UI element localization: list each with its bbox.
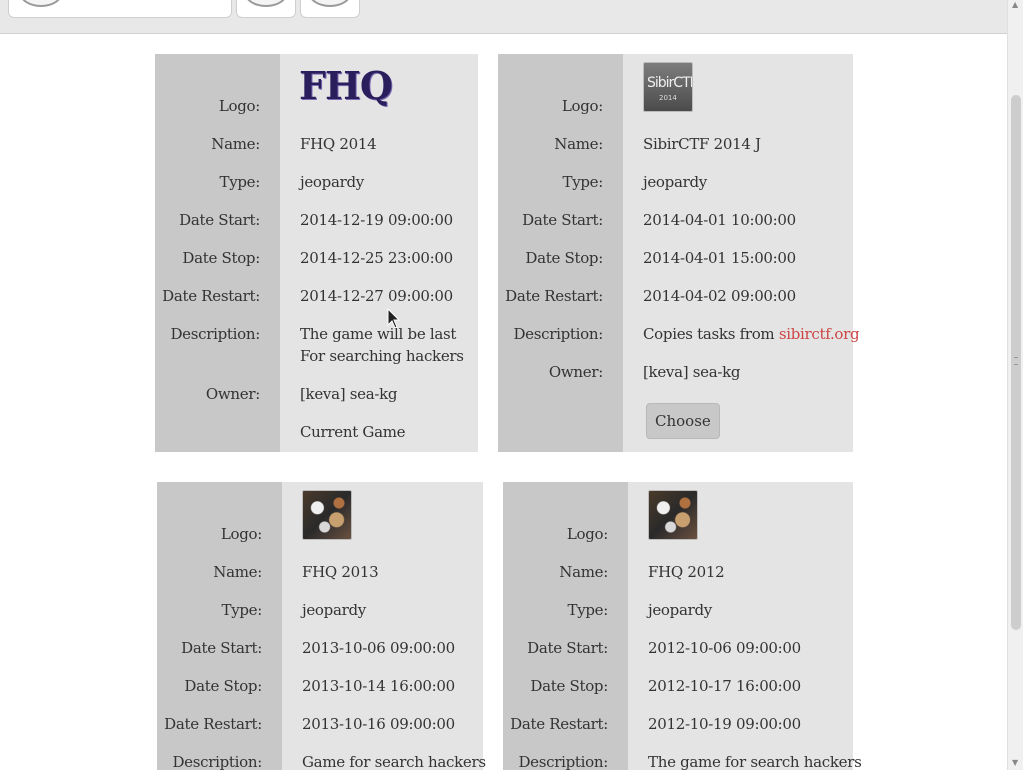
label-description: Description: — [513, 325, 603, 343]
game-card-fhq-2012: Logo: Name: FHQ 2012 Type: jeopardy Date… — [503, 482, 862, 770]
label-logo: Logo: — [218, 97, 260, 115]
game-type: jeopardy — [648, 601, 712, 619]
game-description-line2: For searching hackers — [300, 347, 464, 365]
game-date-restart: 2012-10-19 09:00:00 — [648, 715, 801, 733]
label-name: Name: — [559, 563, 608, 581]
label-description: Description: — [518, 753, 608, 770]
game-owner: [keva] sea-kg — [643, 363, 741, 381]
label-description: Description: — [170, 325, 260, 343]
game-date-start: 2013-10-06 09:00:00 — [302, 639, 455, 657]
game-card-fhq-2013: Logo: Name: FHQ 2013 Type: jeopardy Date… — [157, 482, 486, 770]
game-date-restart: 2013-10-16 09:00:00 — [302, 715, 455, 733]
game-name: FHQ 2013 — [302, 563, 379, 581]
game-type: jeopardy — [302, 601, 366, 619]
games-button[interactable] — [300, 0, 360, 18]
label-type: Type: — [562, 173, 603, 191]
label-owner: Owner: — [548, 363, 603, 381]
game-description: Game for search hackers — [302, 753, 486, 770]
game-description: Copies tasks from sibirctf.org — [643, 323, 860, 345]
grip-icon — [1014, 357, 1018, 365]
scroll-up-arrow-icon[interactable]: ▲ — [1012, 0, 1018, 9]
label-name: Name: — [213, 563, 262, 581]
game-description: The game for search hackers — [648, 753, 862, 770]
label-name: Name: — [211, 135, 260, 153]
label-type: Type: — [221, 601, 262, 619]
laptop-icon — [19, 0, 63, 7]
home-button[interactable] — [8, 0, 232, 18]
game-date-restart: 2014-04-02 09:00:00 — [643, 287, 796, 305]
label-date-start: Date Start: — [522, 211, 603, 229]
game-date-start: 2014-12-19 09:00:00 — [300, 211, 453, 229]
game-date-stop: 2013-10-14 16:00:00 — [302, 677, 455, 695]
label-date-stop: Date Stop: — [525, 249, 603, 267]
label-date-restart: Date Restart: — [164, 715, 262, 733]
mouse-cursor-icon — [387, 308, 401, 329]
game-date-stop: 2012-10-17 16:00:00 — [648, 677, 801, 695]
label-date-start: Date Start: — [181, 639, 262, 657]
game-date-stop: 2014-12-25 23:00:00 — [300, 249, 453, 267]
label-logo: Logo: — [561, 97, 603, 115]
label-date-restart: Date Restart: — [505, 287, 603, 305]
game-date-stop: 2014-04-01 15:00:00 — [643, 249, 796, 267]
scrollbar-thumb[interactable] — [1011, 95, 1021, 630]
label-date-restart: Date Restart: — [162, 287, 260, 305]
label-owner: Owner: — [205, 385, 260, 403]
game-type: jeopardy — [300, 173, 364, 191]
label-date-start: Date Start: — [527, 639, 608, 657]
label-logo: Logo: — [220, 525, 262, 543]
game-type: jeopardy — [643, 173, 707, 191]
label-date-restart: Date Restart: — [510, 715, 608, 733]
game-name: SibirCTF 2014 J — [643, 135, 761, 153]
label-date-stop: Date Stop: — [530, 677, 608, 695]
label-date-stop: Date Stop: — [182, 249, 260, 267]
folder-icon — [308, 0, 352, 7]
label-type: Type: — [567, 601, 608, 619]
vertical-scrollbar[interactable]: ▲ ▼ — [1007, 0, 1023, 770]
label-date-start: Date Start: — [179, 211, 260, 229]
shield-icon — [244, 0, 288, 7]
current-game-status: Current Game — [300, 423, 406, 441]
game-card-sibirctf-2014: SibirCTF 2014 Logo: Name: SibirCTF 2014 … — [498, 54, 860, 452]
game-owner: [keva] sea-kg — [300, 385, 398, 403]
game-logo: FHQ — [299, 63, 393, 108]
game-date-start: 2012-10-06 09:00:00 — [648, 639, 801, 657]
label-date-stop: Date Stop: — [184, 677, 262, 695]
label-logo: Logo: — [566, 525, 608, 543]
description-link[interactable]: sibirctf.org — [779, 325, 860, 343]
top-toolbar — [0, 0, 1007, 34]
label-type: Type: — [219, 173, 260, 191]
game-date-restart: 2014-12-27 09:00:00 — [300, 287, 453, 305]
game-card-fhq-2014: FHQ Logo: Name: FHQ 2014 Type: jeopardy … — [155, 54, 478, 452]
game-name: FHQ 2012 — [648, 563, 725, 581]
label-description: Description: — [172, 753, 262, 770]
game-description-line1: The game will be last — [300, 325, 457, 343]
choose-button[interactable]: Choose — [646, 403, 720, 439]
game-name: FHQ 2014 — [300, 135, 377, 153]
description-text: Copies tasks from — [643, 325, 779, 343]
game-logo — [302, 490, 352, 540]
game-logo: SibirCTF 2014 — [643, 62, 693, 112]
label-name: Name: — [554, 135, 603, 153]
game-logo — [648, 490, 698, 540]
scroll-down-arrow-icon[interactable]: ▼ — [1012, 758, 1018, 767]
scoreboard-button[interactable] — [236, 0, 296, 18]
game-date-start: 2014-04-01 10:00:00 — [643, 211, 796, 229]
